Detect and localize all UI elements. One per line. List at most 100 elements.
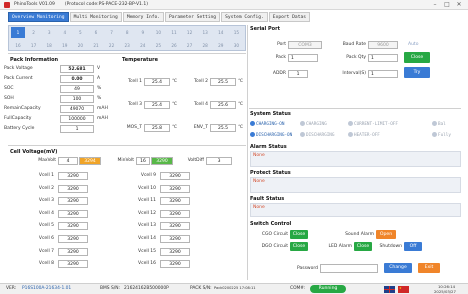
pack-cell-button[interactable]: 16 (11, 40, 25, 51)
pack-select[interactable]: 1 (288, 54, 318, 62)
vcell-label: Vcell 6 (38, 236, 54, 241)
led-alarm-button[interactable]: Close (354, 242, 372, 251)
pack-cell-button[interactable]: 5 (73, 27, 87, 38)
pack-cell-button[interactable]: 18 (42, 40, 56, 51)
sound-alarm-button[interactable]: Open (376, 230, 396, 239)
password-input[interactable] (320, 264, 378, 273)
pack-cell-button[interactable]: 29 (214, 40, 228, 51)
pack-info-label: Battery Cycle (4, 126, 35, 131)
pack-cell-button[interactable]: 26 (167, 40, 181, 51)
tab-5[interactable]: Export Datas (268, 12, 310, 22)
pack-cell-button[interactable]: 25 (151, 40, 165, 51)
tab-1[interactable]: Multi Monitoring (69, 12, 122, 22)
pack-info-unit: % (97, 86, 102, 91)
shutdown-button[interactable]: Off (404, 242, 422, 251)
max-volt-value: 3294 (79, 157, 101, 165)
interval-label: Interval(S) (342, 71, 366, 76)
dgo-circuit-button[interactable]: Close (290, 242, 308, 251)
tab-2[interactable]: Memory Info. (122, 12, 165, 22)
system-status-label: DISCHARGING-ON (256, 133, 293, 138)
change-button[interactable]: Change (384, 263, 412, 273)
pack-qty-select[interactable]: 1 (368, 54, 398, 62)
password-label: Password (296, 266, 318, 271)
pack-cell-button[interactable]: 20 (73, 40, 87, 51)
ver-value: P16S100A-21634-1.01 (22, 286, 72, 291)
flag-uk-icon[interactable] (384, 286, 395, 293)
flag-cn-icon[interactable]: ★ (398, 286, 409, 293)
pack-cell-button[interactable]: 15 (229, 27, 243, 38)
auto-checkbox[interactable]: Auto (408, 42, 418, 47)
pack-cell-button[interactable]: 8 (120, 27, 134, 38)
pack-info-value: 1 (60, 125, 94, 133)
close-port-button[interactable]: Close (404, 52, 430, 63)
pack-cell-button[interactable]: 11 (167, 27, 181, 38)
title-bar: PhinoTools V01.09 (Protocol code:PS-PACE… (0, 0, 468, 10)
pack-cell-button[interactable]: 24 (136, 40, 150, 51)
port-select[interactable]: COM3 (288, 41, 322, 49)
baud-rate-select[interactable]: 9600 (368, 41, 398, 49)
vcell-label: Vcell 8 (38, 261, 54, 267)
port-label: Port (277, 42, 286, 47)
pack-cell-button[interactable]: 10 (151, 27, 165, 38)
tab-3[interactable]: Parameter Setting (165, 12, 221, 22)
temp-unit: ℃ (172, 79, 178, 84)
pack-info-unit: mAH (97, 116, 108, 121)
vcell-value: 3290 (58, 222, 88, 231)
maximize-icon[interactable]: □ (442, 1, 452, 9)
max-volt-index: 4 (58, 157, 78, 165)
interval-select[interactable]: 1 (368, 70, 398, 78)
temperature-heading: Temperature (122, 57, 158, 63)
cgo-circuit-label: CGO Circuit (261, 232, 288, 237)
status-indicator-icon (432, 132, 437, 137)
system-status-heading: System Status (250, 111, 291, 117)
vcell-value: 3290 (160, 247, 190, 256)
pack-cell-button[interactable]: 7 (105, 27, 119, 38)
vcell-value: 3290 (58, 260, 88, 269)
temp-value: 25.4 (144, 78, 170, 86)
clock-date: 2025/03/27 (434, 289, 456, 294)
pack-sn-value: Pack0200225 17:08:11 (214, 286, 256, 290)
system-status-label: DISCHARGING (306, 133, 335, 138)
vcell-value: 3290 (160, 235, 190, 243)
volt-diff-value: 3 (206, 157, 232, 165)
tab-4[interactable]: System Config. (221, 12, 268, 22)
pack-cell-button[interactable]: 14 (214, 27, 228, 38)
pack-cell-button[interactable]: 13 (198, 27, 212, 38)
close-icon[interactable]: ✕ (454, 1, 464, 9)
pack-cell-button[interactable]: 23 (120, 40, 134, 51)
pack-cell-button[interactable]: 28 (198, 40, 212, 51)
tab-0[interactable]: Overview Monitoring (8, 12, 69, 22)
cgo-circuit-button[interactable]: Close (290, 230, 308, 239)
pack-cell-button[interactable]: 19 (58, 40, 72, 51)
alarm-status-value: None (253, 153, 265, 158)
system-status-item: Bal (432, 121, 446, 127)
pack-cell-button[interactable]: 9 (136, 27, 150, 38)
exit-button[interactable]: Exit (418, 263, 440, 273)
system-status-label: HEATER-OFF (354, 133, 380, 138)
try-button[interactable]: Try (404, 67, 430, 78)
pack-cell-button[interactable]: 12 (183, 27, 197, 38)
vcell-label: Vcell 16 (138, 261, 156, 267)
vcell-label: Vcell 14 (138, 236, 156, 241)
temp-label: Tcell 3 (127, 102, 142, 107)
vcell-label: Vcell 15 (138, 248, 156, 254)
pack-cell-button[interactable]: 4 (58, 27, 72, 38)
temp-unit: ℃ (238, 102, 244, 107)
pack-cell-button[interactable]: 27 (183, 40, 197, 51)
pack-cell-button[interactable]: 1 (11, 27, 25, 38)
pack-cell-button[interactable]: 2 (27, 27, 41, 38)
pack-cell-button[interactable]: 3 (42, 27, 56, 38)
temp-label: Tcell 1 (127, 79, 142, 84)
temp-label: MOS_T (126, 125, 142, 130)
pack-cell-button[interactable]: 21 (89, 40, 103, 51)
protect-status-box: None (250, 177, 461, 193)
status-indicator-icon (300, 132, 305, 137)
pack-cell-button[interactable]: 22 (105, 40, 119, 51)
minimize-icon[interactable]: – (430, 1, 440, 9)
pack-cell-button[interactable]: 17 (27, 40, 41, 51)
com-status-badge: Running (310, 285, 346, 293)
pack-cell-button[interactable]: 30 (229, 40, 243, 51)
pack-cell-button[interactable]: 6 (89, 27, 103, 38)
addr-input[interactable]: 1 (288, 70, 308, 78)
min-volt-label: MinVolt (117, 158, 134, 163)
